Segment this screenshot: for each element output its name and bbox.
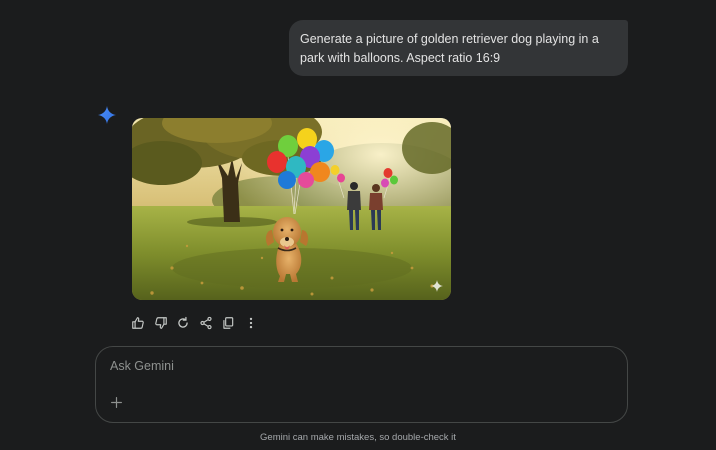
disclaimer-text: Gemini can make mistakes, so double-chec… — [260, 432, 456, 443]
plus-icon[interactable] — [108, 394, 124, 410]
thumbs-up-icon[interactable] — [130, 315, 146, 331]
sparkle-icon — [431, 280, 443, 292]
prompt-input-placeholder[interactable]: Ask Gemini — [110, 359, 174, 373]
share-icon[interactable] — [198, 315, 214, 331]
gemini-sparkle-icon — [98, 106, 116, 124]
user-prompt-bubble: Generate a picture of golden retriever d… — [289, 20, 628, 76]
redo-icon[interactable] — [175, 315, 191, 331]
gemini-chat-window: Generate a picture of golden retriever d… — [0, 0, 716, 450]
response-actions-bar — [130, 315, 265, 331]
prompt-input-box[interactable]: Ask Gemini — [95, 346, 628, 423]
thumbs-down-icon[interactable] — [153, 315, 169, 331]
generated-image[interactable] — [132, 118, 451, 300]
copy-icon[interactable] — [220, 315, 236, 331]
user-prompt-text: Generate a picture of golden retriever d… — [300, 32, 599, 65]
more-vert-icon[interactable] — [243, 315, 259, 331]
